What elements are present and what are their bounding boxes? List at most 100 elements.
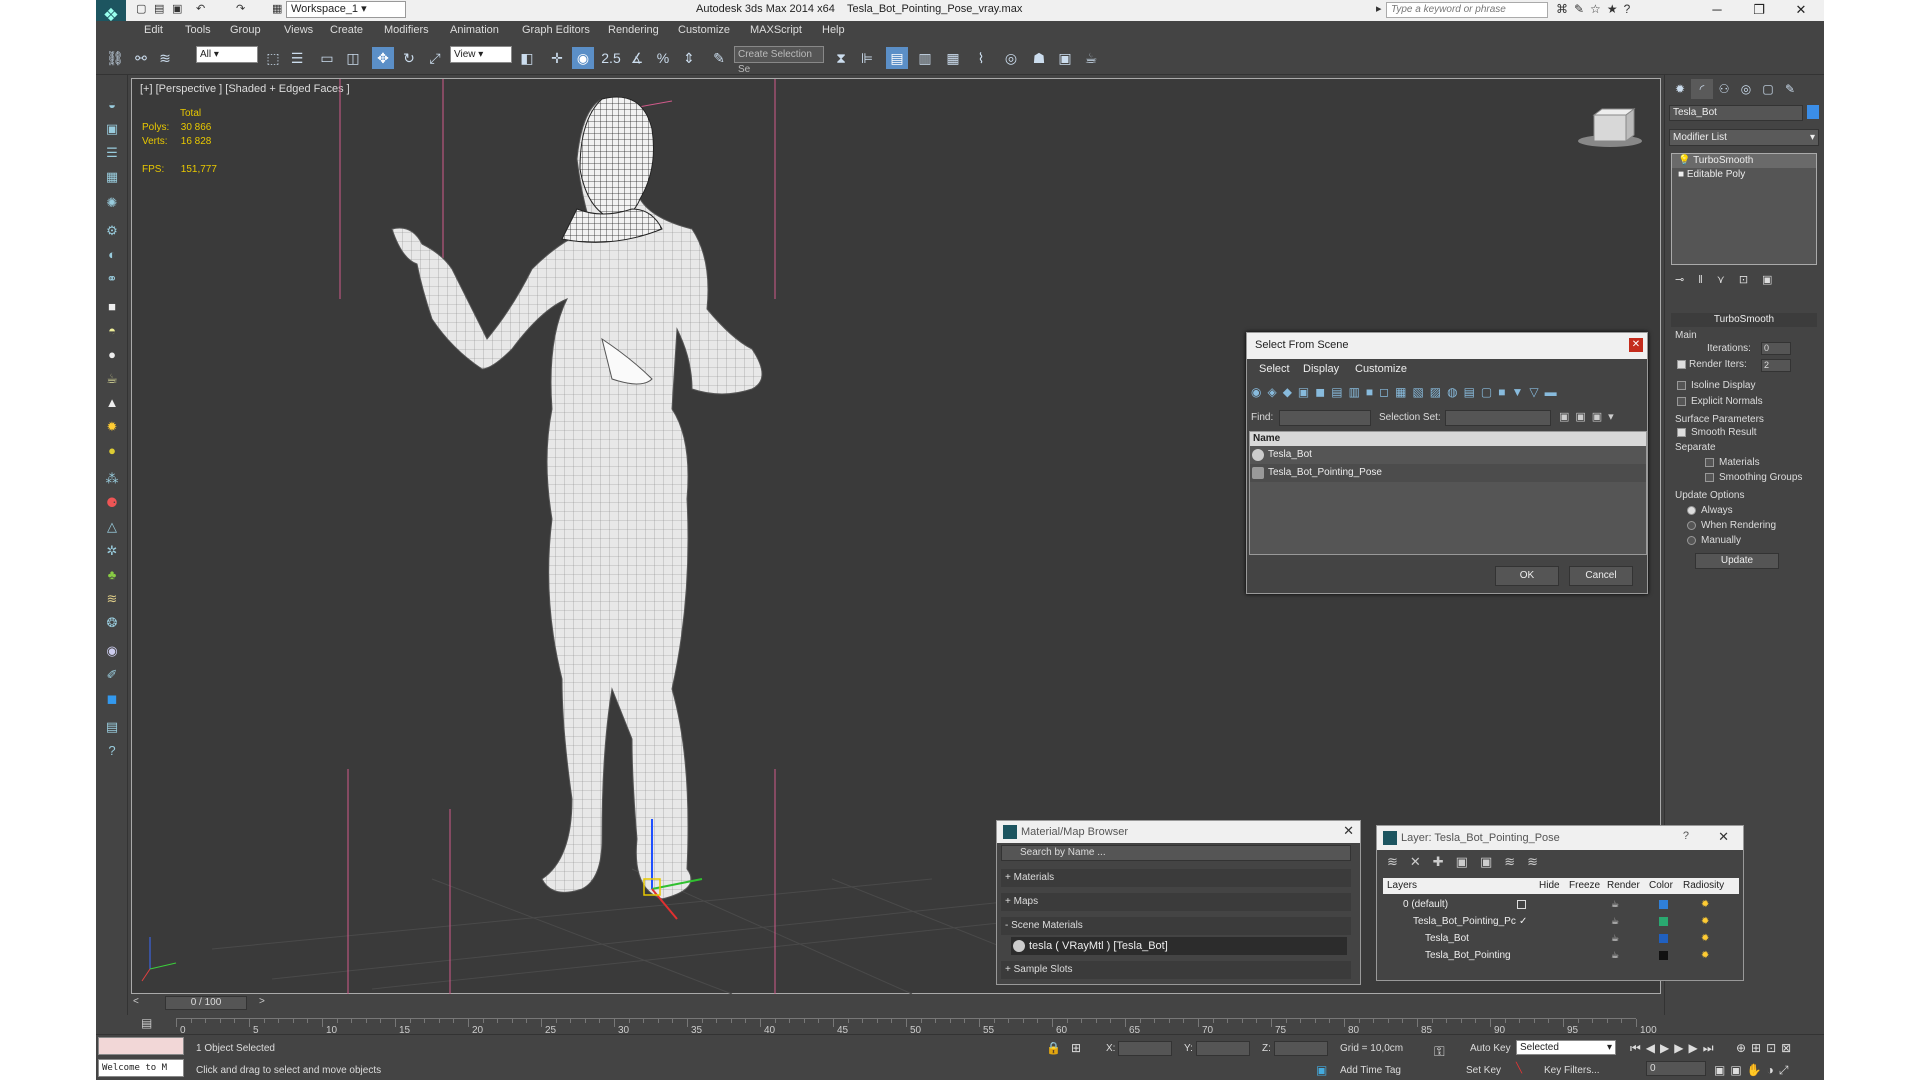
radiosity-icon[interactable]: ✹	[1701, 947, 1709, 964]
find-input[interactable]	[1279, 410, 1371, 426]
object-name-field[interactable]: Tesla_Bot	[1669, 105, 1803, 121]
edit-named-selection-icon[interactable]: ✎	[708, 47, 730, 69]
keyboard-shortcut-override-icon[interactable]: ◉	[572, 47, 594, 69]
key-set-dropdown[interactable]: Selected ▾	[1516, 1040, 1616, 1055]
sfs-menu-customize[interactable]: Customize	[1355, 363, 1407, 375]
spinner-snap-icon[interactable]: ⇕	[678, 47, 700, 69]
close-icon[interactable]: ✕	[1780, 0, 1822, 21]
unlink-icon[interactable]: ⚯	[130, 47, 152, 69]
stack-item-editable-poly[interactable]: ■ Editable Poly	[1672, 168, 1816, 182]
search-input[interactable]: Type a keyword or phrase	[1386, 2, 1548, 18]
render-teapot-icon[interactable]: ☕	[1611, 947, 1619, 964]
pyramid-icon[interactable]: △	[101, 517, 123, 537]
select-object-icon[interactable]: ⬚	[262, 47, 284, 69]
snaps-toggle-icon[interactable]: 2.5	[600, 47, 622, 69]
vray-icon[interactable]: ◼	[101, 689, 123, 709]
open-file-icon[interactable]: ▤	[154, 2, 164, 15]
layer-row-tesla-bot[interactable]: Tesla_Bot ☕ ✹	[1383, 930, 1739, 947]
workspace-dropdown[interactable]: Workspace_1 ▾	[286, 1, 406, 18]
col-hide[interactable]: Hide	[1539, 878, 1560, 894]
selection-set-tools-icons[interactable]: ▣▣▣▾	[1559, 410, 1620, 423]
playback-controls-icons[interactable]: ⏮◀▶▶▶⏭	[1630, 1041, 1719, 1056]
y-coord-field[interactable]	[1196, 1041, 1250, 1056]
active-layer-checkbox[interactable]	[1517, 900, 1526, 909]
layer-manager-icon[interactable]: ▥	[914, 47, 936, 69]
maximize-icon[interactable]: ❐	[1738, 0, 1780, 21]
current-frame-field[interactable]: 0	[1646, 1061, 1706, 1076]
render-setup-icon[interactable]: ☗	[1028, 47, 1050, 69]
grid-icon[interactable]: ▦	[101, 167, 123, 187]
render-iters-spinner[interactable]: 2	[1761, 359, 1791, 372]
x-coord-field[interactable]	[1118, 1041, 1172, 1056]
auto-key-button[interactable]: Auto Key	[1470, 1043, 1511, 1054]
close-icon[interactable]: ✕	[1718, 829, 1729, 845]
tesla-bot-model[interactable]	[391, 96, 763, 920]
sun-icon[interactable]: ✹	[101, 417, 123, 437]
menu-help[interactable]: Help	[822, 24, 845, 36]
menu-create[interactable]: Create	[330, 24, 363, 36]
scene-explorer-icon[interactable]: ▤	[886, 47, 908, 69]
selection-set-dropdown[interactable]	[1445, 410, 1551, 426]
prev-frame-icon[interactable]: <	[133, 996, 139, 1007]
light-bulb-icon[interactable]: ✺	[101, 193, 123, 213]
menu-rendering[interactable]: Rendering	[608, 24, 659, 36]
always-radio[interactable]	[1687, 506, 1696, 515]
edit-icon[interactable]: ✐	[101, 665, 123, 685]
object-color-swatch[interactable]	[1807, 105, 1819, 119]
col-color[interactable]: Color	[1649, 878, 1673, 894]
layer-row-default[interactable]: 0 (default) ☕ ✹	[1383, 896, 1739, 913]
sphere-half-icon[interactable]: ◓	[101, 321, 123, 341]
mmb-section-scene-materials[interactable]: - Scene Materials	[1001, 917, 1351, 935]
curve-editor-icon[interactable]: ⌇	[970, 47, 992, 69]
timeline-ruler[interactable]: 0 5 10 15 20 25 30 35 40 45 50 55 60 65 70 75 80 85 90 95 10…	[176, 1018, 1657, 1036]
select-rotate-icon[interactable]: ↻	[398, 47, 420, 69]
modify-tab-icon[interactable]: ◜	[1691, 79, 1713, 99]
systems-icon[interactable]: ⚭	[101, 269, 123, 289]
graphite-tools-icon[interactable]: ▦	[942, 47, 964, 69]
list-icon[interactable]: ☰	[101, 143, 123, 163]
next-frame-icon[interactable]: >	[259, 996, 265, 1007]
lock-icon[interactable]: 🔒	[1046, 1041, 1061, 1055]
dynamics-icon[interactable]: ⚈	[101, 493, 123, 513]
layer-row-pointing-pose[interactable]: Tesla_Bot_Pointing_Pc ✓ ☕ ✹	[1383, 913, 1739, 930]
particles-icon[interactable]: ⁂	[101, 469, 123, 489]
smooth-result-checkbox[interactable]	[1677, 428, 1686, 437]
reference-coord-dropdown[interactable]: View ▾	[450, 46, 512, 63]
select-by-name-icon[interactable]: ☰	[286, 47, 308, 69]
z-coord-field[interactable]	[1274, 1041, 1328, 1056]
radiosity-icon[interactable]: ✹	[1701, 913, 1709, 930]
mirror-icon[interactable]: ⧗	[830, 47, 852, 69]
layer-color-swatch[interactable]	[1659, 934, 1668, 943]
mmb-section-materials[interactable]: + Materials	[1001, 869, 1351, 887]
rendered-frame-icon[interactable]: ▣	[1054, 47, 1076, 69]
viewcube-icon[interactable]	[1578, 108, 1642, 147]
radiosity-icon[interactable]: ✹	[1701, 896, 1709, 913]
project-folder-icon[interactable]: ▦	[272, 2, 282, 15]
table-row[interactable]: Tesla_Bot	[1250, 446, 1646, 464]
gear-icon[interactable]: ✲	[101, 541, 123, 561]
undo-icon[interactable]: ↶	[196, 2, 205, 15]
percent-snap-icon[interactable]: %	[652, 47, 674, 69]
viewport-nav-icons[interactable]: ⊕⊞⊡⊠	[1736, 1041, 1796, 1055]
align-icon[interactable]: ⊫	[856, 47, 878, 69]
modifier-list-dropdown[interactable]: Modifier List ▾	[1669, 129, 1819, 146]
render-teapot-icon[interactable]: ☕	[1611, 896, 1619, 913]
time-tag-icon[interactable]: ▣	[1316, 1063, 1327, 1077]
close-icon[interactable]: ✕	[1629, 338, 1643, 352]
display-tab-icon[interactable]: ▢	[1757, 79, 1779, 99]
sphere-icon[interactable]: ●	[101, 441, 123, 461]
col-render[interactable]: Render	[1607, 878, 1640, 894]
cancel-button[interactable]: Cancel	[1569, 566, 1633, 586]
link-icon[interactable]: ⛓	[104, 47, 126, 69]
key-mode-icon[interactable]: ⚿	[1434, 1043, 1445, 1060]
layer-row-tesla-bot-pointing[interactable]: Tesla_Bot_Pointing ☕ ✹	[1383, 947, 1739, 964]
mmb-section-maps[interactable]: + Maps	[1001, 893, 1351, 911]
explicit-normals-checkbox[interactable]	[1677, 397, 1686, 406]
hair-icon[interactable]: ≋	[101, 589, 123, 609]
layer-color-swatch[interactable]	[1659, 900, 1668, 909]
pivot-center-icon[interactable]: ◧	[516, 47, 538, 69]
selection-filter-dropdown[interactable]: All ▾	[196, 46, 258, 63]
sfs-menu-select[interactable]: Select	[1259, 363, 1290, 375]
box-icon[interactable]: ■	[101, 297, 123, 317]
stack-item-turbosmooth[interactable]: 💡 TurboSmooth	[1672, 154, 1816, 168]
